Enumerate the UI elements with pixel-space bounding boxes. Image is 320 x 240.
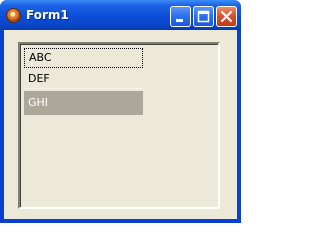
window-title: Form1: [26, 8, 69, 22]
list-item-abc[interactable]: ABC: [24, 48, 143, 68]
list-box[interactable]: ABC DEF GHI: [18, 42, 220, 209]
form-client-area: ABC DEF GHI: [4, 30, 237, 219]
maximize-icon: [197, 10, 210, 23]
app-icon[interactable]: [6, 8, 21, 23]
form-window: Form1 ABC DEF GHI: [0, 0, 241, 223]
close-button[interactable]: [216, 6, 237, 27]
close-icon: [220, 10, 233, 23]
maximize-button[interactable]: [193, 6, 214, 27]
title-bar[interactable]: Form1: [0, 0, 241, 30]
list-item-def[interactable]: DEF: [24, 69, 143, 89]
minimize-button[interactable]: [170, 6, 191, 27]
minimize-icon: [176, 19, 183, 22]
list-item-ghi[interactable]: GHI: [24, 91, 143, 115]
